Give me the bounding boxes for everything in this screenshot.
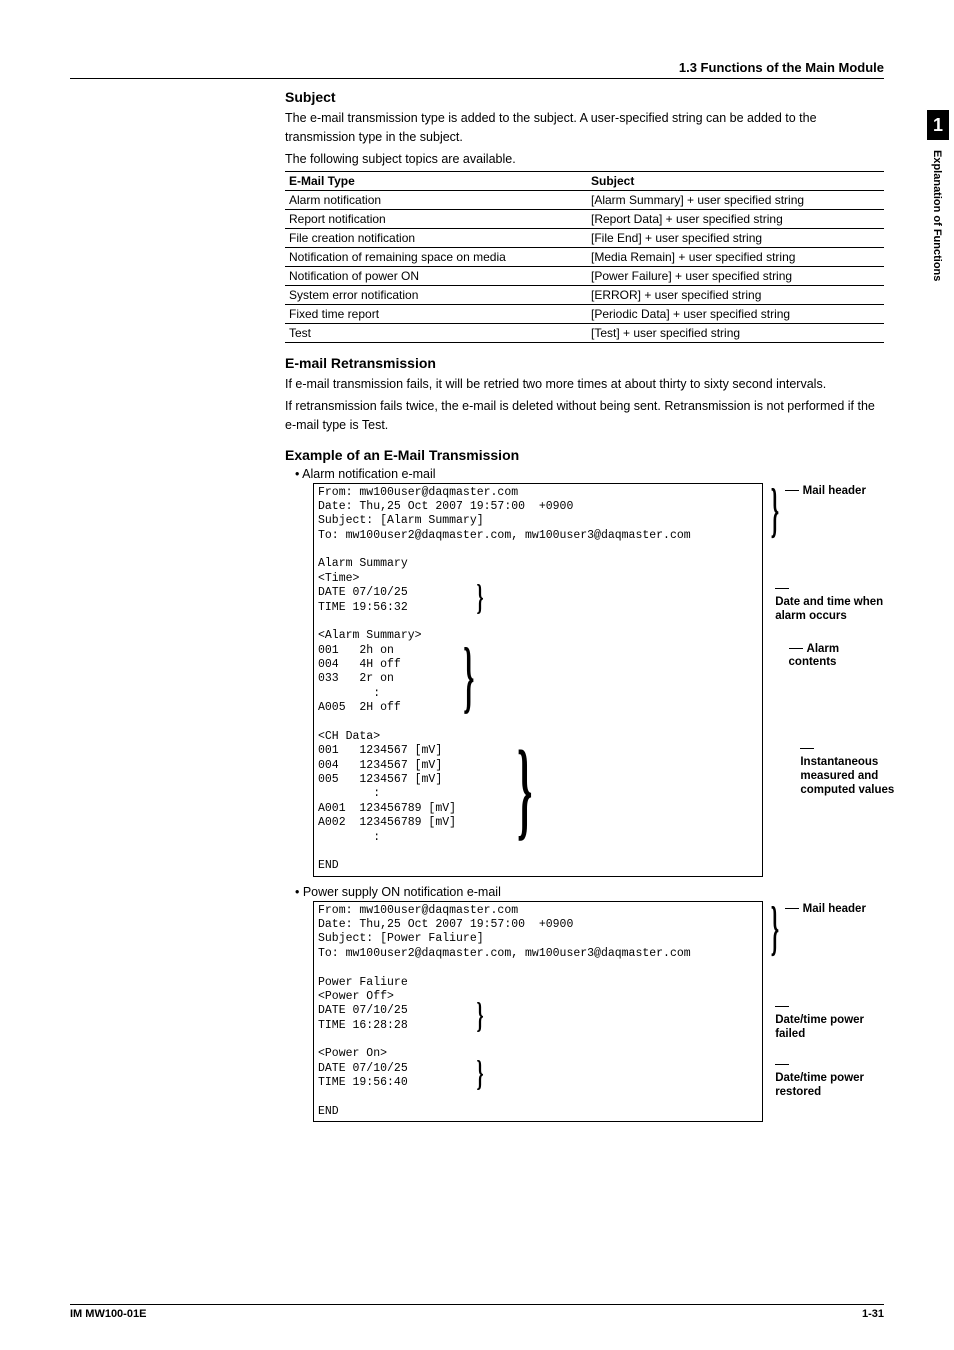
bullet-alarm-email: • Alarm notification e-mail [295,467,884,481]
annot-mail-header: Mail header [785,485,866,499]
th-subject: Subject [587,172,884,191]
brace-icon: } [517,743,532,837]
subject-heading: Subject [285,89,884,105]
brace-icon: } [477,1001,484,1030]
example-heading: Example of an E-Mail Transmission [285,447,884,463]
table-row: Report notification[Report Data] + user … [285,210,884,229]
annot-power-restored: Date/time power restored [775,1059,885,1100]
table-row: Fixed time report[Periodic Data] + user … [285,305,884,324]
footer-doc-id: IM MW100-01E [70,1308,146,1320]
annot-alarm-contents: Alarm contents [789,643,884,671]
table-row: System error notification[ERROR] + user … [285,286,884,305]
side-tab: 1 Explanation of Functions [919,110,954,390]
chapter-number-tab: 1 [927,110,949,140]
brace-icon: } [771,903,779,954]
table-row: Alarm notification[Alarm Summary] + user… [285,191,884,210]
brace-icon: } [477,1059,484,1088]
annot-mail-header-2: Mail header [785,903,866,917]
subject-para-2: The following subject topics are availab… [285,150,884,169]
section-header: 1.3 Functions of the Main Module [70,60,884,79]
subject-table: E-Mail Type Subject Alarm notification[A… [285,171,884,343]
retrans-para-2: If retransmission fails twice, the e-mai… [285,397,884,435]
table-row: File creation notification[File End] + u… [285,229,884,248]
retrans-para-1: If e-mail transmission fails, it will be… [285,375,884,394]
brace-icon: } [477,583,484,612]
table-row: Notification of power ON[Power Failure] … [285,267,884,286]
retrans-heading: E-mail Retransmission [285,355,884,371]
footer-page-num: 1-31 [862,1308,884,1320]
th-email-type: E-Mail Type [285,172,587,191]
chapter-label: Explanation of Functions [931,150,943,281]
subject-para-1: The e-mail transmission type is added to… [285,109,884,147]
bullet-power-email: • Power supply ON notification e-mail [295,885,884,899]
page-footer: IM MW100-01E 1-31 [70,1304,884,1320]
annot-instant-values: Instantaneous measured and computed valu… [800,743,910,798]
annot-datetime-alarm: Date and time when alarm occurs [775,583,885,624]
brace-icon: } [771,485,779,536]
brace-icon: } [463,643,474,711]
annot-power-failed: Date/time power failed [775,1001,885,1042]
table-row: Test[Test] + user specified string [285,324,884,343]
table-row: Notification of remaining space on media… [285,248,884,267]
